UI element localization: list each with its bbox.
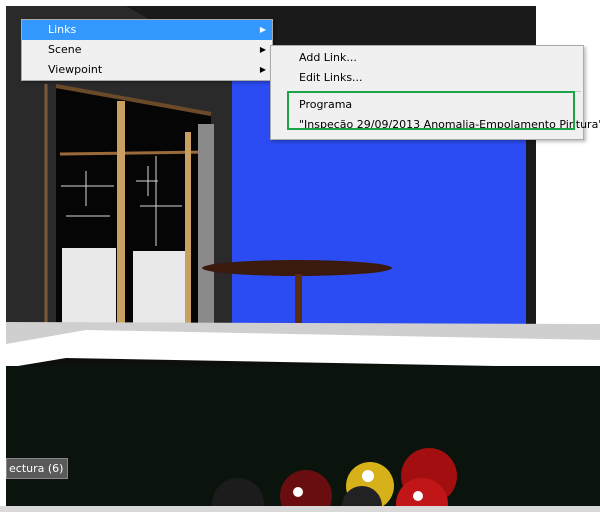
add-link-item[interactable]: Add Link... <box>271 48 583 68</box>
menu-item-links[interactable]: Links ▶ <box>22 20 272 40</box>
menu-item-label: Viewpoint <box>48 63 103 76</box>
edit-links-item[interactable]: Edit Links... <box>271 68 583 88</box>
app-frame: Links ▶ Scene ▶ Viewpoint ▶ Add Link... … <box>0 0 600 512</box>
menu-item-scene[interactable]: Scene ▶ <box>22 40 272 60</box>
window <box>44 84 214 326</box>
menu-item-viewpoint[interactable]: Viewpoint ▶ <box>22 60 272 80</box>
bottom-strip <box>0 506 600 512</box>
object-label-tag: ectura (6) <box>6 458 69 479</box>
context-menu: Links ▶ Scene ▶ Viewpoint ▶ <box>21 19 273 81</box>
annotation-highlight-box <box>287 91 575 130</box>
submenu-arrow-icon: ▶ <box>259 45 266 54</box>
submenu-arrow-icon: ▶ <box>259 25 266 34</box>
menu-item-label: Scene <box>48 43 82 56</box>
submenu-arrow-icon: ▶ <box>259 65 266 74</box>
menu-item-label: Links <box>48 23 77 36</box>
